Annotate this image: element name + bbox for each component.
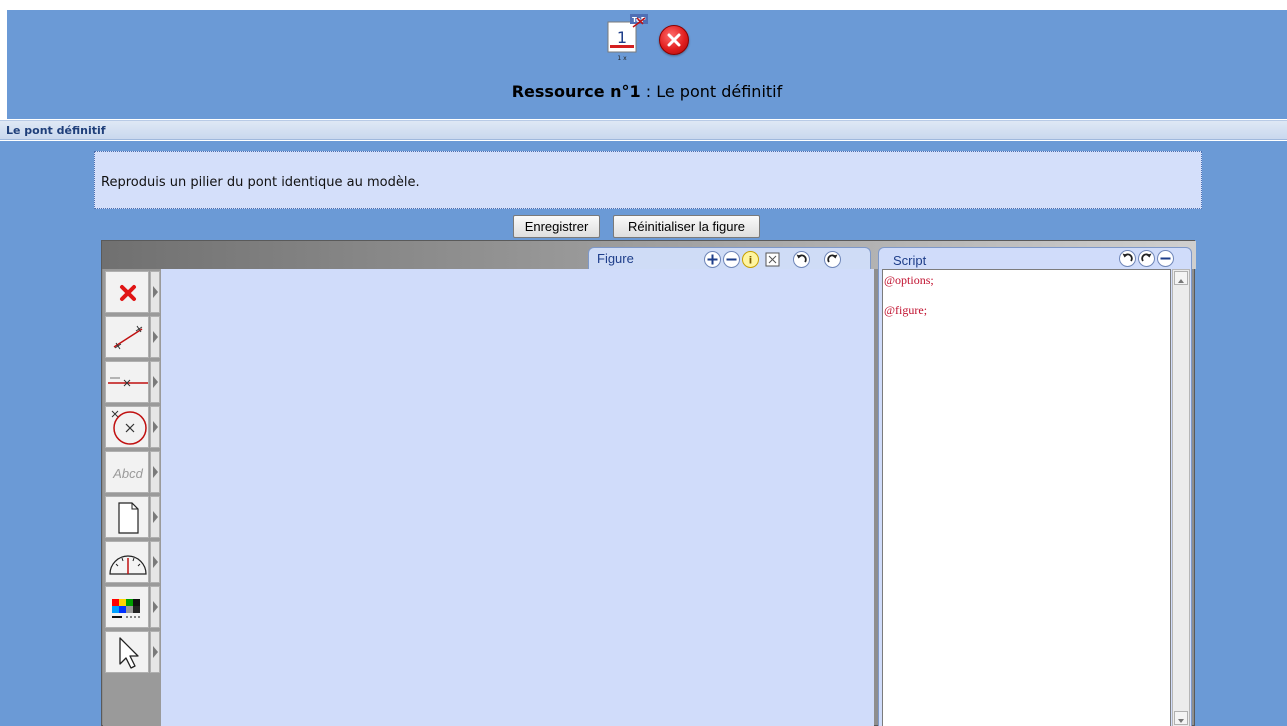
- segment-icon: [113, 325, 143, 350]
- close-icon: [667, 33, 681, 47]
- instruction-text: Reproduis un pilier du pont identique au…: [101, 175, 420, 190]
- undo-icon[interactable]: [793, 251, 810, 268]
- resource-bottom-label: 1 x: [617, 55, 627, 62]
- fit-icon[interactable]: [764, 251, 781, 268]
- script-editor[interactable]: @options; @figure;: [882, 269, 1171, 726]
- tool-palette: Abcd: [103, 269, 161, 726]
- app-window: 1 TeP 1 x Ressource n°1 : Le pont défini…: [0, 0, 1287, 726]
- tool-line-expand[interactable]: [150, 361, 160, 403]
- resource-number: 1: [617, 28, 627, 47]
- script-scrollbar[interactable]: [1172, 269, 1190, 726]
- close-button[interactable]: [659, 25, 689, 55]
- header-bar: 1 TeP 1 x Ressource n°1 : Le pont défini…: [7, 10, 1287, 119]
- figure-canvas[interactable]: [161, 269, 874, 726]
- circle-icon: [111, 410, 147, 445]
- section-title: Le pont définitif: [6, 124, 106, 137]
- tool-text-label: Abcd: [112, 466, 143, 481]
- page-title: Ressource n°1 : Le pont définitif: [7, 82, 1287, 101]
- instruction-box: Reproduis un pilier du pont identique au…: [94, 151, 1202, 209]
- scroll-up-icon: [1178, 279, 1184, 283]
- zoom-out-icon[interactable]: [723, 251, 740, 268]
- tool-colors[interactable]: [105, 586, 149, 628]
- page-icon: [118, 502, 139, 534]
- tool-segment-expand[interactable]: [150, 316, 160, 358]
- svg-text:i: i: [749, 256, 752, 267]
- script-undo-icon[interactable]: [1119, 250, 1136, 267]
- tool-text-expand[interactable]: [150, 451, 160, 493]
- protractor-icon: [109, 555, 147, 575]
- script-tab-label[interactable]: Script: [893, 253, 926, 268]
- text-icon: Abcd: [112, 466, 143, 481]
- script-line-figure: @figure;: [884, 303, 928, 317]
- title-separator: :: [640, 82, 657, 101]
- palette-icon: [112, 599, 140, 618]
- figure-tab-label: Figure: [597, 251, 634, 266]
- script-redo-icon[interactable]: [1138, 250, 1155, 267]
- cursor-arrow-icon: [119, 637, 139, 669]
- tool-segment[interactable]: [105, 316, 149, 358]
- scroll-up-button[interactable]: [1174, 271, 1188, 285]
- resource-icon[interactable]: 1 TeP 1 x: [605, 14, 653, 62]
- scroll-down-icon: [1178, 719, 1184, 723]
- tool-delete-expand[interactable]: [150, 271, 160, 313]
- zoom-in-icon[interactable]: [704, 251, 721, 268]
- tool-text[interactable]: Abcd: [105, 451, 149, 493]
- tool-circle-expand[interactable]: [150, 406, 160, 448]
- tool-page[interactable]: [105, 496, 149, 538]
- geometry-panel: Abcd Figure i Script @options; @figure;: [101, 240, 1196, 726]
- section-header: Le pont définitif: [0, 120, 1287, 140]
- tool-select[interactable]: [105, 631, 149, 673]
- tool-measure[interactable]: [105, 541, 149, 583]
- script-line-blank: [884, 288, 1169, 303]
- figure-tab[interactable]: Figure i: [588, 247, 871, 269]
- line-icon: [108, 377, 148, 387]
- script-pane: Script @options; @figure;: [878, 247, 1192, 726]
- tool-measure-expand[interactable]: [150, 541, 160, 583]
- script-line-options: @options;: [884, 273, 934, 287]
- reset-figure-button[interactable]: Réinitialiser la figure: [613, 215, 760, 238]
- scroll-down-button[interactable]: [1174, 711, 1188, 725]
- tool-line[interactable]: [105, 361, 149, 403]
- info-icon[interactable]: i: [742, 251, 759, 268]
- minimize-icon[interactable]: [1157, 250, 1174, 267]
- tool-select-expand[interactable]: [150, 631, 160, 673]
- title-name: Le pont définitif: [656, 82, 783, 101]
- tool-delete[interactable]: [105, 271, 149, 313]
- red-cross-icon: [120, 285, 136, 301]
- save-button[interactable]: Enregistrer: [513, 215, 600, 238]
- title-prefix: Ressource n°1: [511, 82, 641, 101]
- tool-circle[interactable]: [105, 406, 149, 448]
- tool-page-expand[interactable]: [150, 496, 160, 538]
- content-area: Reproduis un pilier du pont identique au…: [0, 141, 1287, 726]
- tool-colors-expand[interactable]: [150, 586, 160, 628]
- redo-icon[interactable]: [824, 251, 841, 268]
